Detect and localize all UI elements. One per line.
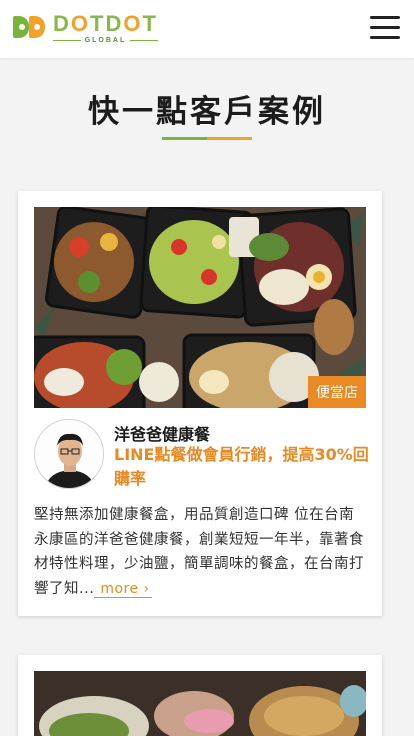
logo-mark-icon	[13, 14, 47, 42]
logo-name: DOTDOT	[53, 10, 158, 36]
dotdot-logo[interactable]: DOTDOT GLOBAL	[13, 10, 158, 44]
avatar	[34, 419, 104, 489]
site-header: DOTDOT GLOBAL	[0, 0, 414, 58]
case-description: 堅持無添加健康餐盒，用品質創造口碑 位在台南永康區的洋爸爸健康餐，創業短短一年半…	[34, 503, 368, 603]
case-photo[interactable]: 便當店	[34, 207, 366, 408]
hamburger-menu-icon[interactable]	[370, 16, 400, 40]
case-headline[interactable]: LINE點餐做會員行銷，提高30%回購率	[114, 443, 369, 491]
page-title: 快一點客戶案例	[88, 94, 326, 130]
case-photo[interactable]	[34, 671, 366, 736]
case-card[interactable]: 便當店 洋爸爸健康餐 LINE點餐做會員行銷，提高30%回購率 堅持無添加健康餐…	[18, 191, 382, 616]
more-link[interactable]: more ›	[94, 581, 152, 598]
case-card[interactable]	[18, 655, 382, 736]
category-tag[interactable]: 便當店	[308, 376, 366, 408]
title-underline	[162, 137, 252, 140]
logo-subtitle: GLOBAL	[84, 36, 127, 44]
case-description-text: 堅持無添加健康餐盒，用品質創造口碑 位在台南永康區的洋爸爸健康餐，創業短短一年半…	[34, 507, 364, 597]
case-business-name[interactable]: 洋爸爸健康餐	[114, 421, 210, 445]
